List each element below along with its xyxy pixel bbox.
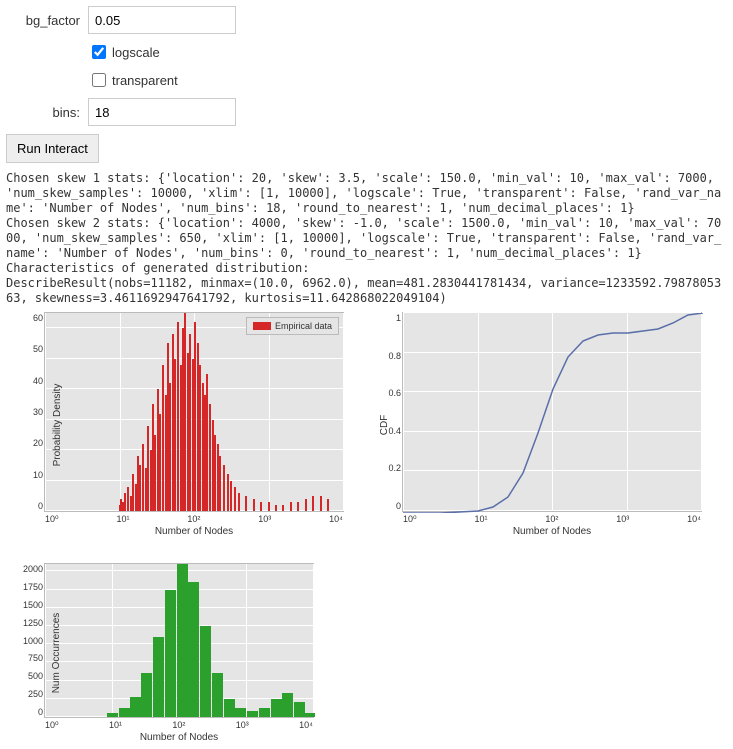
bar [162,365,164,511]
bar [223,465,225,511]
plot-occurrences: 200017501500125010007505002500 10⁰10¹10²… [44,563,314,743]
bar [227,474,229,511]
bar [165,590,176,718]
bar [247,711,258,717]
bar [260,502,262,511]
ylabel-density: Probability Density [52,383,63,466]
bar [188,582,199,717]
ylabel-occ: Num Occurrences [51,613,62,694]
bg-factor-input[interactable] [88,6,236,34]
bar [132,474,134,511]
bar [141,673,152,717]
plot-empirical-density: Empirical data 6050403020100 10⁰10¹10²10… [44,312,344,537]
bar [212,673,223,717]
bar [259,708,270,717]
ylabel-cdf: CDF [379,414,390,435]
bar [199,365,201,511]
bar [327,499,329,511]
bar [238,493,240,511]
bar [206,374,208,511]
bar [130,697,141,717]
bar [219,456,221,511]
bins-label: bins: [6,105,88,120]
bar [234,487,236,511]
bar [245,496,247,511]
bins-input[interactable] [88,98,236,126]
bar [214,435,216,511]
bar [271,699,282,717]
run-interact-button[interactable]: Run Interact [6,134,99,163]
bar [154,435,156,511]
bar [124,493,126,511]
bar [235,708,246,717]
logscale-label: logscale [112,45,160,60]
bar [253,499,255,511]
logscale-checkbox[interactable] [92,45,106,59]
output-text: Chosen skew 1 stats: {'location': 20, 's… [6,171,727,306]
bar [177,564,188,717]
bar [107,713,118,717]
bar [177,322,179,511]
bar [320,496,322,511]
bar [119,708,130,717]
bar [139,465,141,511]
bar [224,699,235,717]
bar [312,496,314,511]
bar [304,713,315,717]
cdf-line [403,313,703,513]
xlabel-occ: Number of Nodes [44,732,314,743]
xlabel-cdf: Number of Nodes [402,526,702,537]
bar [184,313,186,511]
bar [268,502,270,511]
transparent-label: transparent [112,73,178,88]
bar [297,502,299,511]
bar [290,502,292,511]
bar [147,426,149,511]
plot-cdf: 10.80.60.40.20 10⁰10¹10²10³10⁴ CDF Numbe… [402,312,702,537]
bar [200,626,211,717]
bar [230,481,232,511]
bar [305,499,307,511]
bar [282,505,284,511]
bg-factor-label: bg_factor [6,13,88,28]
bar [275,505,277,511]
bar [192,359,194,511]
bar [153,637,164,717]
xlabel-density: Number of Nodes [44,526,344,537]
transparent-checkbox[interactable] [92,73,106,87]
legend-empirical: Empirical data [246,317,339,335]
bar [169,383,171,511]
bar [282,693,293,717]
